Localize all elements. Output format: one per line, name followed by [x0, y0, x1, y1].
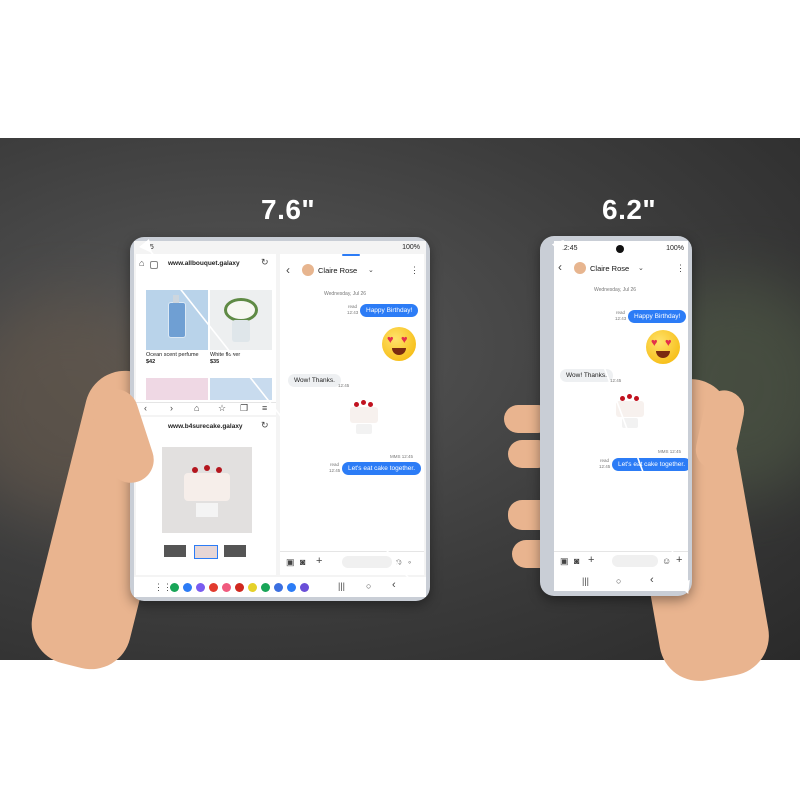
flip-diagonal-arrow [551, 239, 690, 595]
fold-diagonal-arrow [139, 239, 422, 596]
diagonal-measure-overlay [139, 239, 690, 596]
